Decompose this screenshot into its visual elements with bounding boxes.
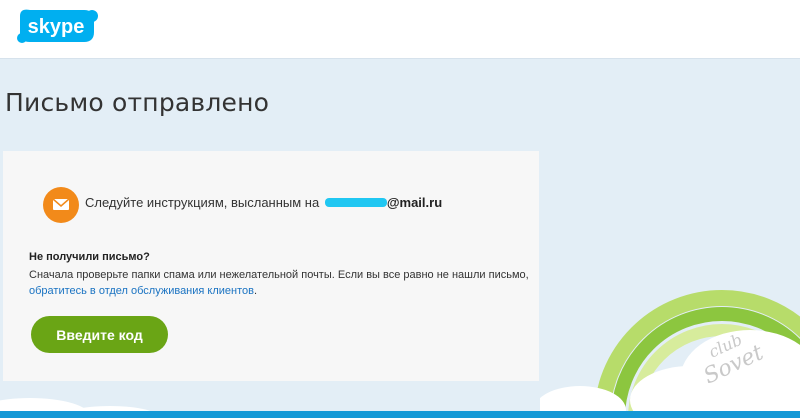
question-end: . bbox=[253, 285, 258, 297]
question-text: Сначала проверьте папки спама или нежела… bbox=[29, 267, 529, 299]
skype-logo[interactable]: skype bbox=[14, 6, 98, 46]
bottom-strip bbox=[0, 411, 800, 418]
confirmation-card: Следуйте инструкциям, высланным на @mail… bbox=[3, 151, 539, 381]
logo-text: skype bbox=[28, 16, 85, 38]
header: skype bbox=[0, 0, 800, 59]
support-link[interactable]: обратитесь в отдел обслуживания клиентов bbox=[29, 285, 254, 297]
question-body: Сначала проверьте папки спама или нежела… bbox=[29, 269, 529, 281]
redacted-email bbox=[324, 198, 387, 208]
page-title: Письмо отправлено bbox=[5, 88, 270, 117]
instruction-line: Следуйте инструкциям, высланным на @mail… bbox=[85, 195, 442, 210]
email-domain: @mail.ru bbox=[386, 195, 443, 210]
question-title: Не получили письмо? bbox=[29, 251, 150, 263]
envelope-icon bbox=[43, 187, 79, 223]
instruction-text: Следуйте инструкциям, высланным на bbox=[85, 195, 320, 210]
enter-code-button[interactable]: Введите код bbox=[31, 316, 168, 353]
